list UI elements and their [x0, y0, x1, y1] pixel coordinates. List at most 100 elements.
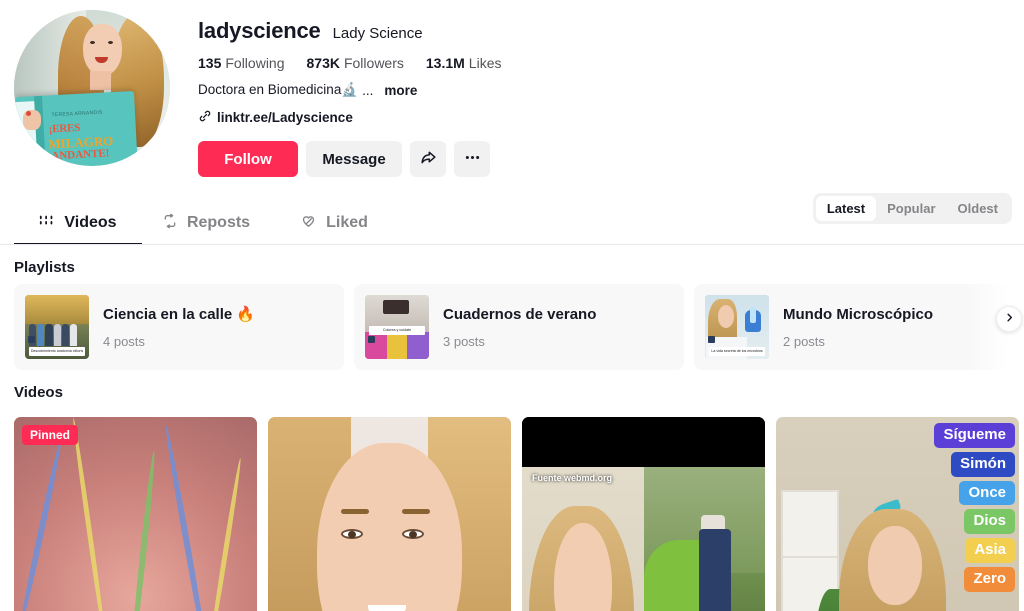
thumb-person	[62, 324, 70, 347]
thumb-screen	[382, 300, 409, 315]
thumb-badge	[28, 336, 35, 343]
following-label: Following	[225, 55, 285, 71]
teeth	[367, 605, 406, 611]
tab-videos[interactable]: Videos	[14, 203, 142, 243]
tab-liked-label: Liked	[326, 214, 368, 231]
tab-reposts[interactable]: Reposts	[142, 203, 270, 243]
brow-right	[401, 509, 430, 515]
heart-slash-icon	[300, 212, 317, 234]
playlist-name: Mundo Microscópico	[783, 305, 933, 323]
link-text: linktr.ee/Ladyscience	[217, 110, 353, 125]
thumb-person	[70, 324, 78, 347]
avatar-container: TERESA ARNANDIS ¡ERES MILAGRO ANDANTE!	[14, 10, 170, 177]
stats-row: 135 Following 873K Followers 13.1M Likes	[198, 55, 501, 71]
tab-divider	[0, 244, 1024, 245]
thumb-person	[53, 324, 61, 347]
playlist-count: 2 posts	[783, 333, 825, 349]
playlist-meta: Mundo Microscópico 2 posts	[783, 306, 933, 349]
follow-button[interactable]: Follow	[198, 141, 298, 177]
tiktok-profile-page: TERESA ARNANDIS ¡ERES MILAGRO ANDANTE! l…	[0, 0, 1024, 611]
repost-icon	[162, 213, 178, 234]
playlist-card[interactable]: Colorea y cuídate Cuadernos de verano 3 …	[354, 284, 684, 370]
pinned-badge: Pinned	[22, 425, 79, 445]
bio-text: Doctora en Biomedicina🔬	[198, 82, 359, 97]
stat-following[interactable]: 135 Following	[198, 55, 285, 71]
message-button[interactable]: Message	[306, 141, 402, 177]
bio-truncation: ...	[362, 82, 374, 98]
thumb-building	[25, 295, 89, 325]
playlist-name: Cuadernos de verano	[443, 305, 597, 323]
sort-option-oldest[interactable]: Oldest	[947, 196, 1009, 221]
bio-more-button[interactable]: more	[384, 83, 417, 98]
playlist-thumbnail: Descubrimiento anatomía clítoris	[25, 295, 89, 359]
word-chips: Sígueme Simón Once Dios Asia Zero	[934, 423, 1015, 592]
grid-icon	[39, 213, 55, 234]
playlist-count: 4 posts	[103, 334, 145, 349]
playlists-row: Descubrimiento anatomía clítoris Ciencia…	[0, 284, 1024, 370]
profile-header: TERESA ARNANDIS ¡ERES MILAGRO ANDANTE! l…	[0, 0, 1024, 177]
video-card[interactable]: TRUCO DEFINITIVO	[268, 417, 511, 611]
thumb-badge	[708, 336, 715, 343]
thumb-badge	[368, 336, 375, 343]
sort-control: Latest Popular Oldest	[812, 193, 1012, 224]
playlist-thumbnail: La vida secreta de los microbios	[705, 295, 769, 359]
tab-reposts-label: Reposts	[186, 214, 251, 231]
sort-option-popular[interactable]: Popular	[876, 196, 946, 221]
nickname: Lady Science	[332, 25, 423, 42]
man-figure	[699, 528, 731, 611]
videos-grid: Pinned VS TRUCO DEFINITIVO	[0, 417, 1024, 611]
videos-title: Videos	[14, 384, 63, 401]
word-chip: Dios	[964, 509, 1015, 534]
bio: Doctora en Biomedicina🔬 ... more	[198, 82, 501, 98]
likes-label: Likes	[468, 55, 502, 71]
eye-right	[401, 529, 424, 540]
action-buttons: Follow Message	[198, 141, 501, 177]
link-icon	[198, 109, 212, 126]
avatar-neck	[90, 70, 111, 90]
letterbox-top	[522, 417, 765, 467]
word-chip: Once	[959, 480, 1015, 506]
thumb-person	[37, 324, 45, 347]
share-button[interactable]	[410, 141, 446, 177]
playlists-title: Playlists	[14, 259, 75, 276]
book-line3: ANDANTE!	[51, 147, 110, 163]
thumb-caption: La vida secreta de los microbios	[709, 347, 765, 356]
playlist-count: 3 posts	[443, 333, 485, 349]
thumb-book	[386, 332, 409, 359]
book-author: TERESA ARNANDIS	[51, 109, 103, 119]
tab-bar: Videos Reposts Liked Latest Popular Olde…	[0, 193, 1024, 245]
playlist-meta: Ciencia en la calle 🔥 4 posts	[103, 305, 255, 349]
word-chip: Sígueme	[934, 423, 1015, 448]
word-chip: Simón	[951, 451, 1015, 477]
profile-link[interactable]: linktr.ee/Ladyscience	[198, 109, 501, 126]
avatar[interactable]: TERESA ARNANDIS ¡ERES MILAGRO ANDANTE!	[14, 10, 170, 166]
video-card[interactable]: Sígueme Simón Once Dios Asia Zero	[776, 417, 1019, 611]
username: ladyscience	[198, 18, 321, 43]
playlists-next-button[interactable]	[996, 306, 1022, 332]
sort-option-latest[interactable]: Latest	[815, 196, 877, 221]
tab-videos-label: Videos	[64, 214, 117, 231]
thumb-caption: Descubrimiento anatomía clítoris	[29, 347, 85, 356]
share-icon	[419, 148, 438, 170]
stat-followers[interactable]: 873K Followers	[307, 55, 404, 71]
avatar-face	[82, 24, 122, 76]
playlist-meta: Cuadernos de verano 3 posts	[443, 306, 596, 349]
thumb-person	[45, 324, 53, 347]
video-card[interactable]: Pinned VS	[14, 417, 257, 611]
video-overlay-text: Fuente webmd.org	[532, 473, 613, 483]
video-card[interactable]: Fuente webmd.org	[522, 417, 765, 611]
chevron-right-icon	[1004, 310, 1015, 328]
thumb-book	[407, 332, 429, 359]
playlist-card[interactable]: Descubrimiento anatomía clítoris Ciencia…	[14, 284, 344, 370]
word-chip: Zero	[964, 566, 1015, 592]
video-thumbnail: Fuente webmd.org	[522, 467, 644, 611]
playlist-thumbnail: Colorea y cuídate	[365, 295, 429, 359]
playlist-name: Ciencia en la calle 🔥	[103, 306, 256, 323]
tab-liked[interactable]: Liked	[270, 203, 398, 243]
thumb-caption: Colorea y cuídate	[369, 325, 425, 335]
stat-likes: 13.1M Likes	[426, 55, 502, 71]
following-count: 135	[198, 55, 222, 71]
more-options-button[interactable]	[454, 141, 490, 177]
word-chip: Asia	[965, 538, 1015, 563]
profile-info: ladyscience Lady Science 135 Following 87…	[170, 10, 501, 177]
